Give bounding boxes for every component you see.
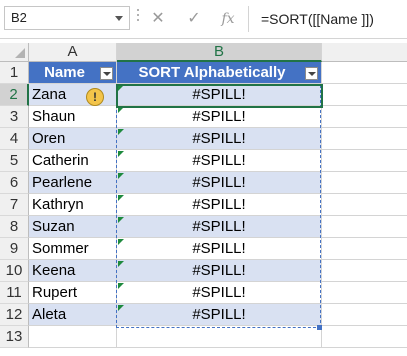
cell-value: #SPILL!	[192, 108, 246, 125]
row-header-11[interactable]: 11	[0, 282, 29, 304]
cell[interactable]	[322, 172, 407, 194]
row-header-10[interactable]: 10	[0, 260, 29, 282]
table-cell-name[interactable]: Aleta	[29, 304, 117, 326]
row-header-6[interactable]: 6	[0, 172, 29, 194]
error-indicator-icon	[118, 173, 124, 179]
row-header-3[interactable]: 3	[0, 106, 29, 128]
row-header-12[interactable]: 12	[0, 304, 29, 326]
cell-value: #SPILL!	[192, 196, 246, 213]
error-indicator-icon	[118, 261, 124, 267]
warning-icon[interactable]: !	[86, 88, 104, 106]
table-cell-name[interactable]: Sommer	[29, 238, 117, 260]
cell-value: #SPILL!	[192, 240, 246, 257]
table-cell-spill-error[interactable]: #SPILL!	[117, 282, 322, 304]
error-indicator-icon	[118, 239, 124, 245]
row-header-2[interactable]: 2	[0, 84, 29, 106]
table-header-label: Name	[44, 64, 85, 81]
table-cell-name[interactable]: Oren	[29, 128, 117, 150]
cell[interactable]	[322, 326, 407, 348]
cell-value: #SPILL!	[192, 152, 246, 169]
enter-icon[interactable]: ✓	[183, 8, 205, 30]
column-header-c[interactable]	[322, 43, 407, 62]
cell-value: #SPILL!	[192, 218, 246, 235]
row-header-8[interactable]: 8	[0, 216, 29, 238]
table-cell-spill-error[interactable]: #SPILL!	[117, 304, 322, 326]
table-cell-name[interactable]: Kathryn	[29, 194, 117, 216]
cell-value: #SPILL!	[192, 284, 246, 301]
table-cell-spill-error[interactable]: #SPILL!	[117, 150, 322, 172]
spill-range-handle[interactable]	[317, 325, 322, 330]
cell[interactable]	[29, 326, 117, 348]
table-header-label: SORT Alphabetically	[138, 64, 286, 81]
column-header-a[interactable]: A	[29, 43, 117, 62]
table-cell-spill-error[interactable]: #SPILL!	[117, 106, 322, 128]
error-indicator-icon	[118, 195, 124, 201]
insert-function-icon[interactable]: fx	[217, 8, 239, 30]
select-all-corner[interactable]	[0, 43, 29, 62]
active-cell-border	[116, 84, 323, 108]
cell[interactable]	[322, 194, 407, 216]
cell[interactable]	[322, 128, 407, 150]
row-header-5[interactable]: 5	[0, 150, 29, 172]
error-indicator-icon	[118, 217, 124, 223]
table-cell-name[interactable]: Pearlene	[29, 172, 117, 194]
cell[interactable]	[322, 150, 407, 172]
table-cell-name[interactable]: Rupert	[29, 282, 117, 304]
table-header-sort[interactable]: SORT Alphabetically	[117, 62, 322, 84]
table-cell-name[interactable]: Shaun	[29, 106, 117, 128]
name-box[interactable]: B2	[4, 6, 130, 30]
cell-value: #SPILL!	[192, 174, 246, 191]
cell[interactable]	[322, 106, 407, 128]
cell-value: #SPILL!	[192, 130, 246, 147]
table-cell-name[interactable]: Catherin	[29, 150, 117, 172]
row-header-1[interactable]: 1	[0, 62, 29, 84]
cancel-icon[interactable]: ✕	[147, 8, 169, 30]
cell[interactable]	[322, 62, 407, 84]
filter-dropdown-icon[interactable]	[100, 67, 113, 80]
table-cell-name[interactable]: Keena	[29, 260, 117, 282]
cell-value: #SPILL!	[192, 306, 246, 323]
row-header-4[interactable]: 4	[0, 128, 29, 150]
cell[interactable]	[322, 84, 407, 106]
cell[interactable]	[322, 238, 407, 260]
table-cell-spill-error[interactable]: #SPILL!	[117, 128, 322, 150]
filter-dropdown-icon[interactable]	[305, 67, 318, 80]
error-indicator-icon	[118, 151, 124, 157]
cell[interactable]	[117, 326, 322, 348]
chevron-down-icon[interactable]	[115, 16, 123, 21]
formula-text: =SORT([[Name ]])	[261, 11, 374, 27]
row-header-13[interactable]: 13	[0, 326, 29, 348]
cell[interactable]	[322, 216, 407, 238]
error-indicator-icon	[118, 283, 124, 289]
table-cell-spill-error[interactable]: #SPILL!	[117, 172, 322, 194]
row-header-7[interactable]: 7	[0, 194, 29, 216]
error-indicator-icon	[118, 129, 124, 135]
cell[interactable]	[322, 304, 407, 326]
cell[interactable]	[322, 282, 407, 304]
row-header-9[interactable]: 9	[0, 238, 29, 260]
table-cell-spill-error[interactable]: #SPILL!	[117, 216, 322, 238]
cell-value: #SPILL!	[192, 262, 246, 279]
column-header-b[interactable]: B	[117, 43, 322, 62]
formula-bar-area: B2 ✕ ✓ fx =SORT([[Name ]])	[0, 0, 407, 39]
table-cell-spill-error[interactable]: #SPILL!	[117, 238, 322, 260]
table-cell-spill-error[interactable]: #SPILL!	[117, 194, 322, 216]
table-cell-spill-error[interactable]: #SPILL!	[117, 260, 322, 282]
cell[interactable]	[322, 260, 407, 282]
name-box-value: B2	[11, 10, 27, 25]
error-indicator-icon	[118, 305, 124, 311]
formula-input[interactable]: =SORT([[Name ]])	[248, 6, 407, 32]
table-cell-name[interactable]: Suzan	[29, 216, 117, 238]
formula-bar-grip	[137, 9, 140, 29]
